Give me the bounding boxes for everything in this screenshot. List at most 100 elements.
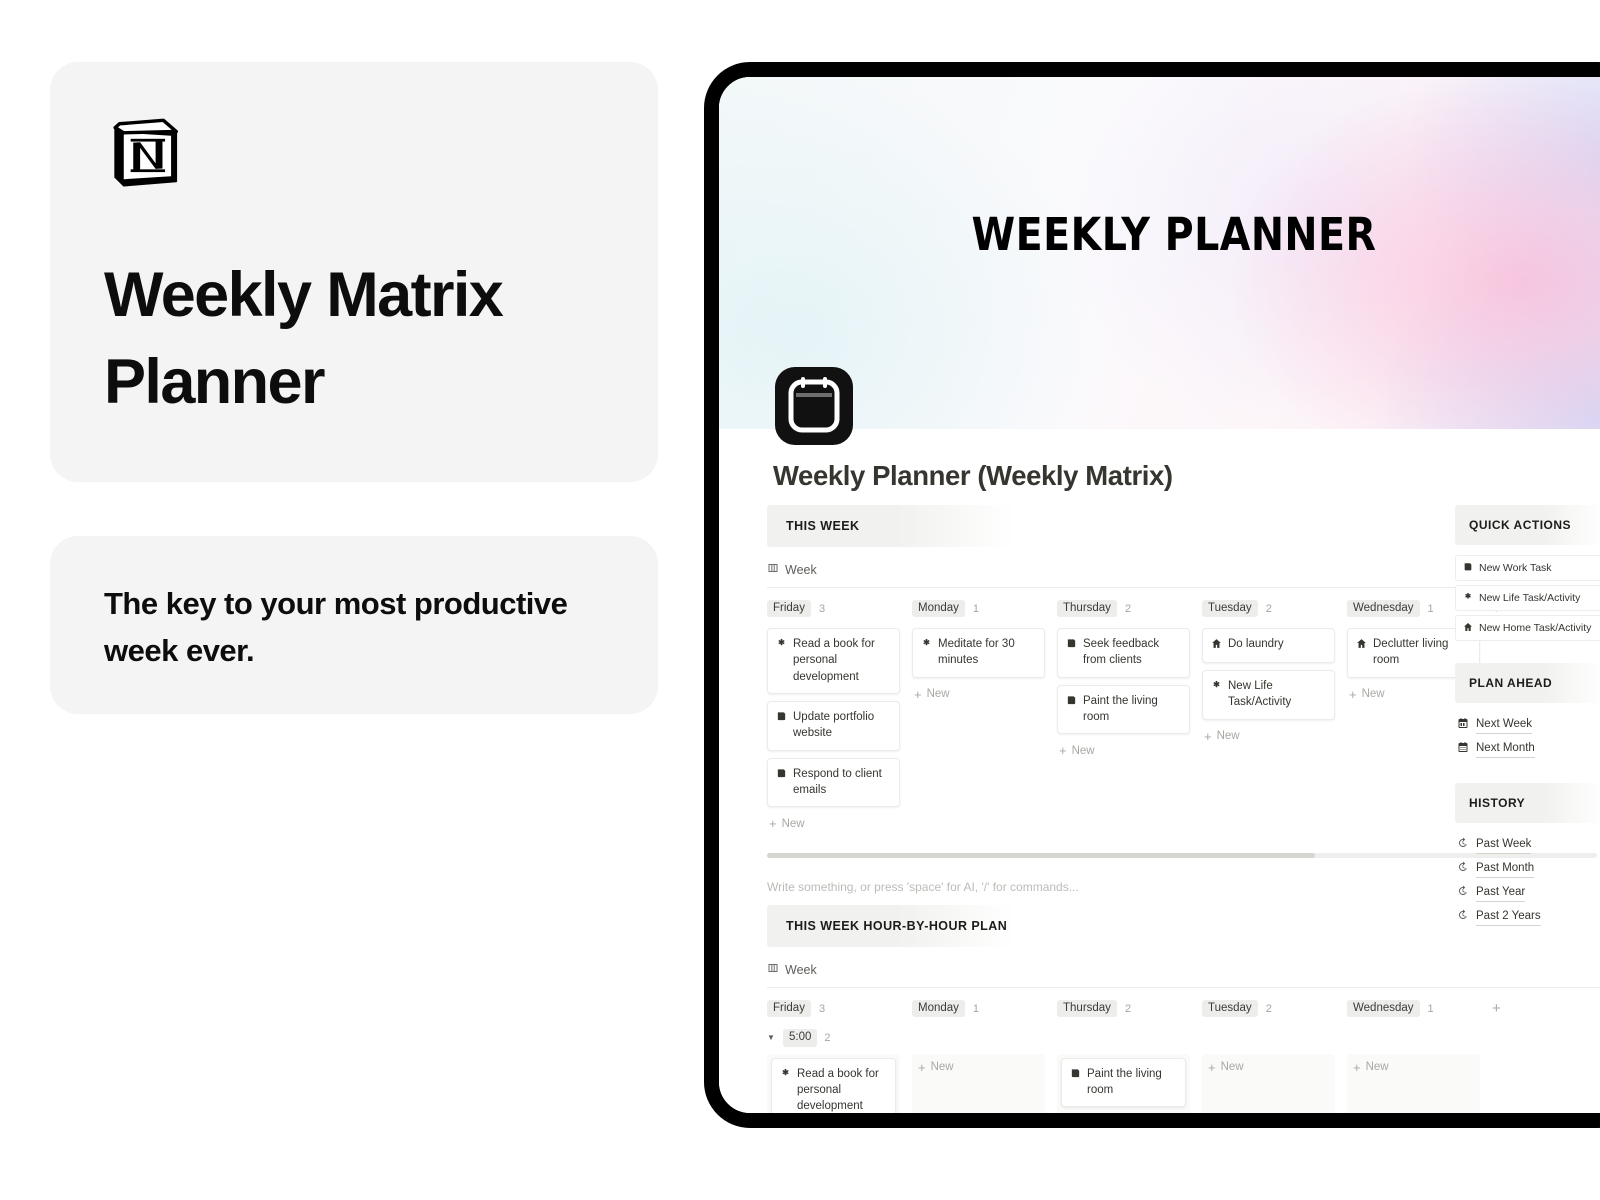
- new-item-button[interactable]: + New: [1202, 727, 1335, 746]
- board-view-icon: [767, 961, 779, 979]
- new-item-label: New: [1216, 730, 1240, 743]
- cover-title: WEEKLY PLANNER: [971, 208, 1377, 261]
- tagline-text: The key to your most productive week eve…: [104, 586, 568, 669]
- board-column-header: Thursday 2: [1057, 998, 1190, 1019]
- sidebar-section-header: PLAN AHEAD: [1455, 663, 1600, 703]
- task-card-title: New Life Task/Activity: [1228, 680, 1292, 709]
- view-divider: [767, 987, 1600, 988]
- task-card[interactable]: Paint the living room: [1061, 1057, 1186, 1108]
- plus-icon: +: [1349, 686, 1357, 702]
- sidebar-item-label: New Life Task/Activity: [1479, 592, 1581, 604]
- view-tab-week-hours[interactable]: Week: [767, 961, 817, 979]
- new-item-button[interactable]: + New: [767, 814, 900, 833]
- task-card[interactable]: Paint the living room: [1057, 684, 1190, 735]
- calendar-month-icon: [1457, 740, 1469, 758]
- home-icon: [1356, 636, 1367, 654]
- history-icon: [1457, 908, 1469, 926]
- board-column-name[interactable]: Tuesday: [1202, 599, 1258, 618]
- plus-icon: +: [1208, 1059, 1216, 1075]
- board-column-header: Tuesday 2: [1202, 598, 1335, 619]
- sidebar-section: QUICK ACTIONS New Work Task New Life Task/…: [1455, 505, 1600, 641]
- quick-panel-sidebar: QUICK ACTIONS New Work Task New Life Task/…: [1455, 505, 1600, 951]
- hour-group-header[interactable]: ▼ 5:00 2: [767, 1029, 1600, 1047]
- editor-placeholder[interactable]: Write something, or press 'space' for AI…: [767, 880, 1079, 894]
- scrollbar-thumb[interactable]: [767, 853, 1315, 858]
- board-column-name[interactable]: Monday: [912, 999, 965, 1018]
- task-card[interactable]: Meditate for 30 minutes: [912, 628, 1045, 678]
- board-column: Friday 3 Read a book for personal developm…: [767, 598, 900, 833]
- new-item-label: New: [1361, 688, 1385, 701]
- new-item-label: New: [1220, 1061, 1244, 1074]
- board-column-name[interactable]: Thursday: [1057, 599, 1117, 618]
- life-icon: [780, 1066, 791, 1084]
- task-card[interactable]: Do laundry: [1202, 628, 1335, 663]
- new-item-button[interactable]: + New: [1057, 741, 1190, 760]
- view-tab-label: Week: [785, 963, 817, 977]
- notion-logo-icon: [104, 110, 190, 196]
- history-icon: [1457, 884, 1469, 902]
- sidebar-link[interactable]: Past Month: [1455, 857, 1600, 881]
- board-column: Monday 1 Meditate for 30 minutes + New: [912, 598, 1045, 833]
- sidebar-action-button[interactable]: New Life Task/Activity: [1455, 585, 1600, 611]
- life-icon: [1463, 589, 1473, 607]
- task-card[interactable]: Update portfolio website: [767, 700, 900, 751]
- chevron-down-icon[interactable]: ▼: [767, 1033, 776, 1042]
- sidebar-action-button[interactable]: New Home Task/Activity: [1455, 615, 1600, 641]
- task-card-title: Paint the living room: [1087, 1067, 1162, 1097]
- calendar-icon[interactable]: [775, 367, 853, 445]
- board-column-name[interactable]: Thursday: [1057, 999, 1117, 1018]
- board-column-name[interactable]: Tuesday: [1202, 999, 1258, 1018]
- board-column-count: 2: [1265, 602, 1272, 615]
- board-column-header: Monday 1: [912, 598, 1045, 619]
- sidebar-link[interactable]: Next Month: [1455, 737, 1600, 761]
- page-title: Weekly Matrix Planner: [104, 260, 504, 417]
- task-card-title: Read a book for personal development: [793, 638, 875, 683]
- view-tab-week[interactable]: Week: [767, 561, 817, 579]
- callout-label: THIS WEEK HOUR-BY-HOUR PLAN: [786, 919, 1008, 933]
- task-card[interactable]: New Life Task/Activity: [1202, 670, 1335, 720]
- hero-card: Weekly Matrix Planner: [50, 62, 658, 482]
- view-tab-label: Week: [785, 563, 817, 577]
- board-column-name[interactable]: Friday: [767, 599, 811, 618]
- task-card[interactable]: Read a book for personal development: [767, 628, 900, 694]
- sidebar-link[interactable]: Past Week: [1455, 833, 1600, 857]
- board-column-count: 2: [1265, 1002, 1272, 1015]
- hour-board: Read a book for personal development + New…: [767, 1053, 1600, 1113]
- life-icon: [776, 636, 787, 654]
- sidebar-section-title: PLAN AHEAD: [1469, 676, 1553, 690]
- sidebar-item-label: Past 2 Years: [1476, 908, 1541, 926]
- sidebar-link[interactable]: Past 2 Years: [1455, 905, 1600, 929]
- sidebar-section-title: HISTORY: [1469, 796, 1526, 810]
- new-item-button[interactable]: + New: [916, 1058, 1041, 1077]
- board-column-name[interactable]: Friday: [767, 999, 811, 1018]
- sidebar-link[interactable]: Next Week: [1455, 713, 1600, 737]
- board-column: Tuesday 2 Do laundry New Life Task/Activity…: [1202, 598, 1335, 833]
- sidebar-link[interactable]: Past Year: [1455, 881, 1600, 905]
- board-column-count: 3: [818, 1002, 826, 1015]
- board-column-count: 3: [818, 602, 826, 615]
- task-card[interactable]: Seek feedback from clients: [1057, 628, 1190, 678]
- task-card[interactable]: Read a book for personal development: [771, 1057, 896, 1113]
- task-card-title: Read a book for personal development: [797, 1067, 879, 1113]
- board-column-header: Friday 3: [767, 998, 900, 1019]
- board-column: Tuesday 2: [1202, 998, 1335, 1028]
- board-column-name[interactable]: Wednesday: [1347, 999, 1420, 1018]
- calendar-week-icon: [1457, 716, 1469, 734]
- history-icon: [1457, 836, 1469, 854]
- new-item-button[interactable]: + New: [912, 685, 1045, 704]
- board-column-header: Friday 3: [767, 598, 900, 619]
- home-icon: [1463, 619, 1473, 637]
- sidebar-section-title: QUICK ACTIONS: [1469, 518, 1572, 532]
- hour-cell: Paint the living room+New: [1057, 1053, 1190, 1113]
- new-item-button[interactable]: + New: [1351, 1058, 1476, 1077]
- new-item-button[interactable]: + New: [1206, 1058, 1331, 1077]
- sidebar-action-button[interactable]: New Work Task: [1455, 555, 1600, 581]
- sidebar-item-label: New Home Task/Activity: [1479, 622, 1592, 634]
- plus-icon: +: [914, 686, 922, 702]
- board-column-name[interactable]: Wednesday: [1347, 599, 1420, 618]
- life-icon: [1211, 678, 1222, 696]
- add-column-button[interactable]: +: [1492, 998, 1510, 1028]
- board-column-name[interactable]: Monday: [912, 599, 965, 618]
- board-column-header: Thursday 2: [1057, 598, 1190, 619]
- task-card[interactable]: Respond to client emails: [767, 757, 900, 808]
